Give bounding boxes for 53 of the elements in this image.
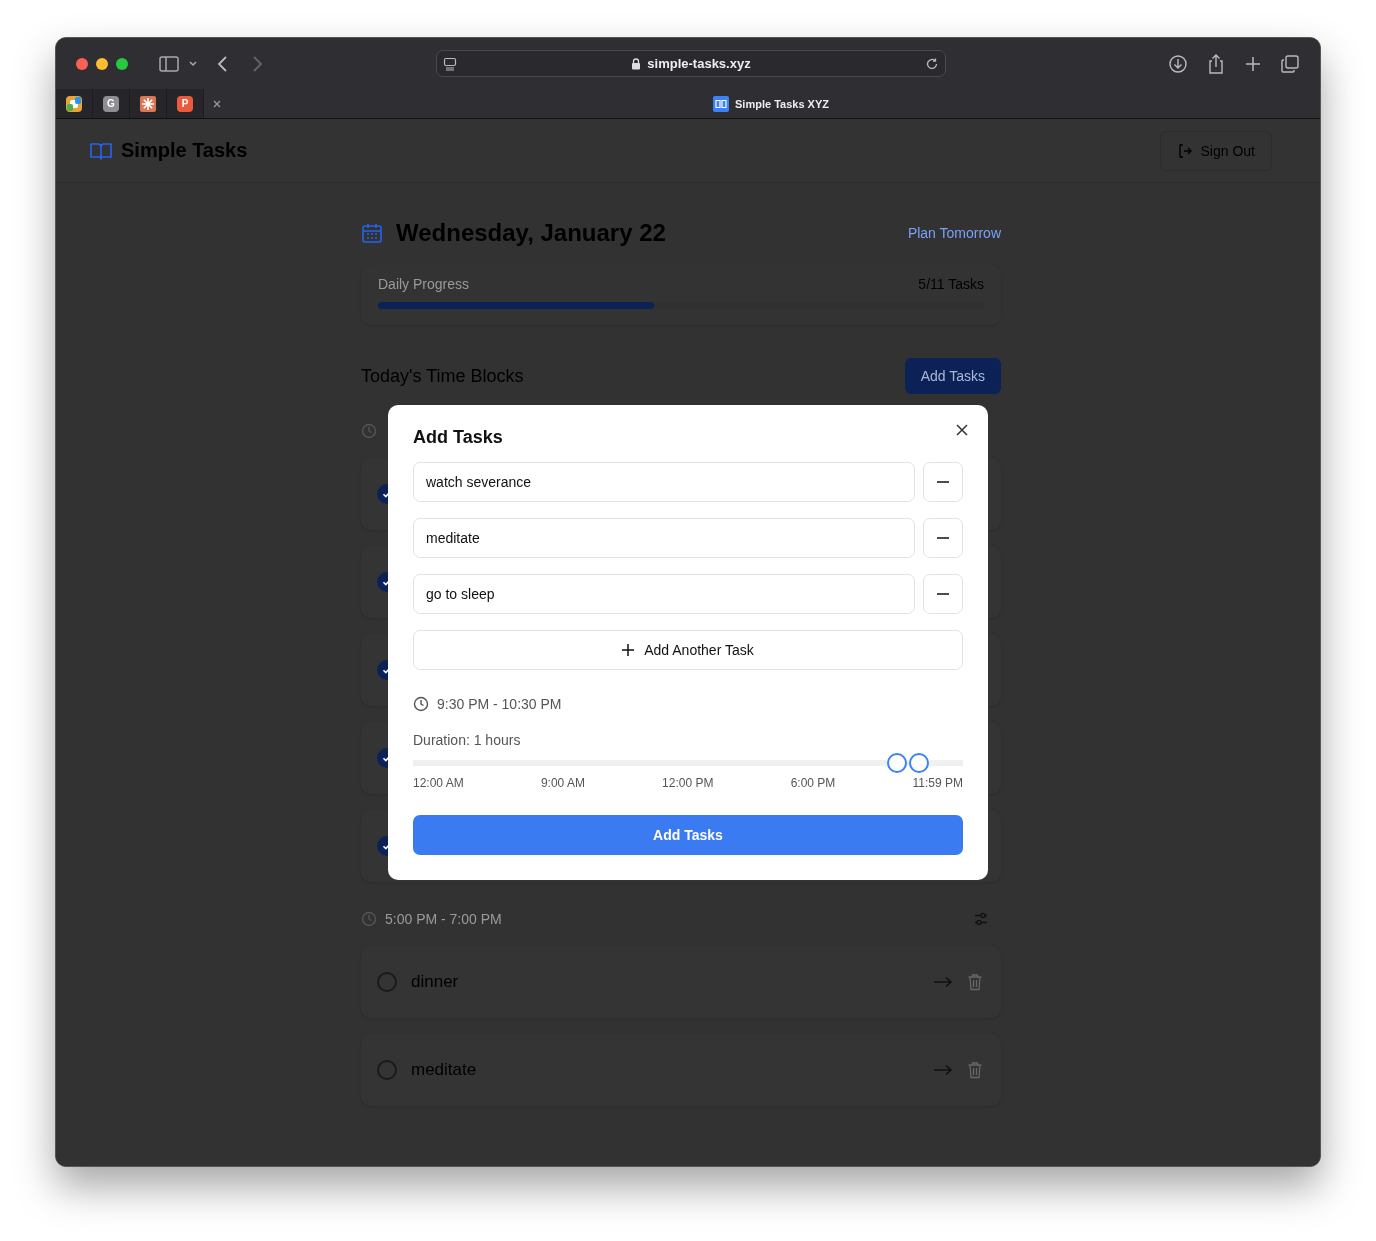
- task-checkbox[interactable]: [377, 972, 397, 992]
- close-window-button[interactable]: [76, 57, 88, 70]
- minus-icon: [937, 537, 949, 539]
- slider-tick-label: 12:00 AM: [413, 776, 464, 790]
- page-menu-icon[interactable]: [443, 56, 457, 71]
- address-bar[interactable]: simple-tasks.xyz: [436, 50, 946, 77]
- add-tasks-button[interactable]: Add Tasks: [413, 815, 963, 855]
- sidebar-icon[interactable]: [158, 54, 180, 73]
- tabs-overview-icon[interactable]: [1280, 53, 1300, 74]
- add-another-task-button[interactable]: Add Another Task: [413, 630, 963, 670]
- download-icon[interactable]: [1168, 53, 1188, 74]
- dialog-title: Add Tasks: [413, 427, 504, 448]
- browser-tab[interactable]: [56, 89, 93, 118]
- favicon: G: [103, 95, 119, 112]
- back-icon[interactable]: [216, 54, 230, 73]
- slider-thumb[interactable]: [909, 753, 929, 773]
- slider-tick-label: 12:00 PM: [662, 776, 714, 790]
- progress-label: Daily Progress: [378, 276, 470, 292]
- task-checkbox[interactable]: [377, 1060, 397, 1080]
- close-icon[interactable]: [956, 424, 968, 436]
- sign-out-icon: [1176, 142, 1193, 159]
- lock-icon: [631, 57, 642, 70]
- sliders-icon[interactable]: [973, 911, 989, 927]
- close-tab-icon[interactable]: [212, 98, 222, 109]
- time-range: 5:00 PM - 7:00 PM: [385, 911, 502, 927]
- duration-label: Duration: 1 hours: [413, 732, 522, 748]
- plan-tomorrow-link[interactable]: Plan Tomorrow: [907, 225, 1001, 241]
- task-input[interactable]: watch severance: [413, 462, 915, 502]
- reload-icon[interactable]: [925, 56, 939, 71]
- calendar-icon: [361, 222, 383, 244]
- clock-icon: [361, 911, 377, 927]
- minus-icon: [937, 593, 949, 595]
- plus-icon: [622, 644, 635, 656]
- zoom-window-button[interactable]: [116, 57, 128, 70]
- add-tasks-button[interactable]: Add Tasks: [904, 358, 1001, 394]
- url-text: simple-tasks.xyz: [647, 56, 751, 71]
- clock-icon: [413, 696, 429, 712]
- slider-tick-label: 11:59 PM: [912, 776, 963, 790]
- time-range: 9:30 PM - 10:30 PM: [437, 696, 562, 712]
- slider-tick-label: 6:00 PM: [790, 776, 836, 790]
- chevron-down-icon[interactable]: [188, 59, 198, 68]
- slider-thumb[interactable]: [887, 753, 907, 773]
- minimize-window-button[interactable]: [96, 57, 108, 70]
- plus-icon[interactable]: [1244, 54, 1262, 73]
- book-icon: [89, 140, 113, 161]
- share-icon[interactable]: [1206, 52, 1226, 75]
- task-input[interactable]: meditate: [413, 518, 915, 558]
- slider-tick-label: 9:00 AM: [540, 776, 585, 790]
- task-input[interactable]: go to sleep: [413, 574, 915, 614]
- browser-tab[interactable]: [130, 89, 167, 118]
- minus-icon: [937, 481, 949, 483]
- favicon: P: [177, 95, 193, 112]
- clock-icon: [361, 423, 377, 439]
